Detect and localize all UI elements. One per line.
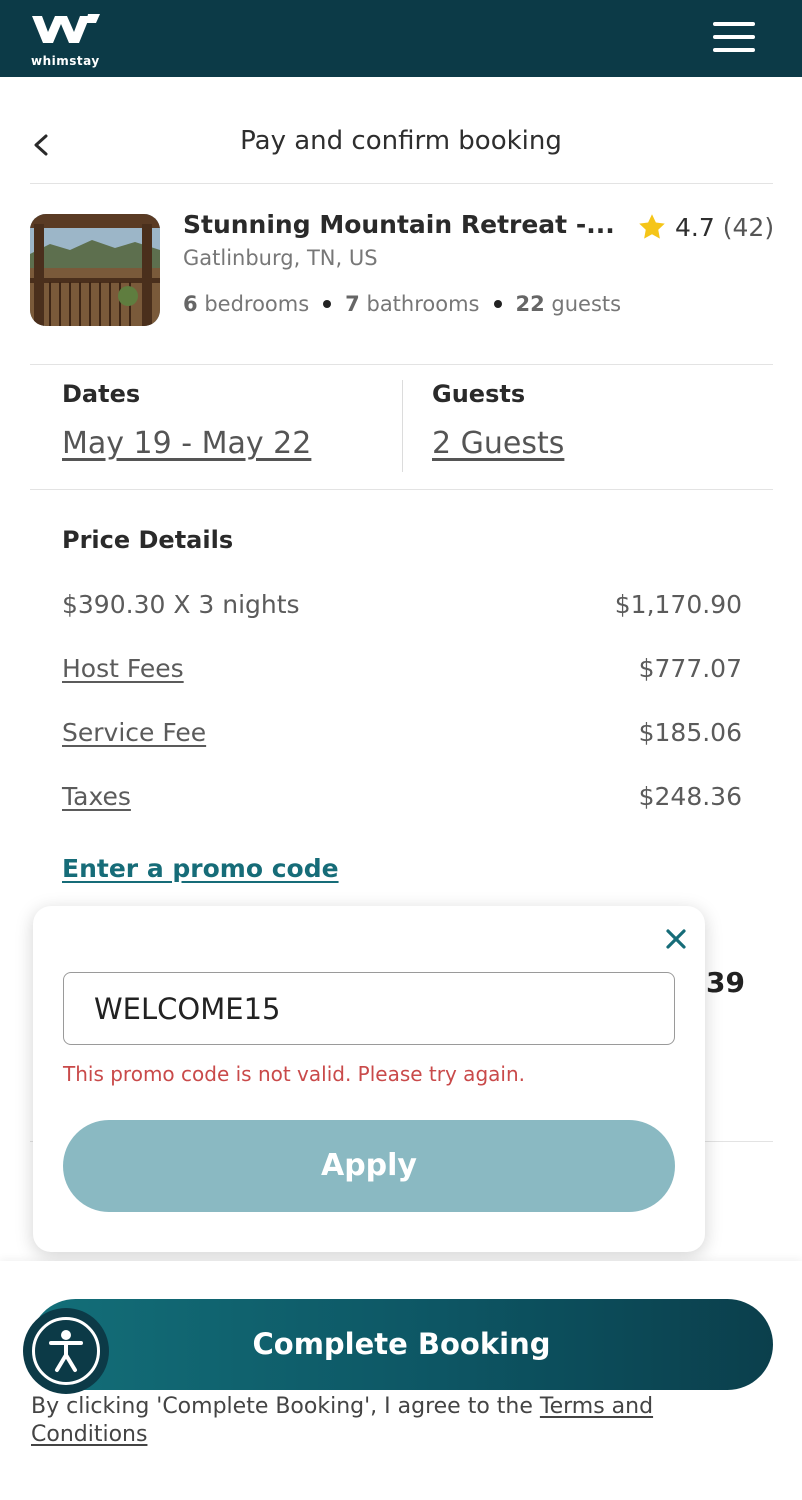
guests-count: 22 bbox=[515, 292, 545, 316]
taxes-link[interactable]: Taxes bbox=[62, 782, 131, 811]
property-thumbnail[interactable] bbox=[30, 214, 160, 326]
host-fees-link[interactable]: Host Fees bbox=[62, 654, 184, 683]
price-amount: $248.36 bbox=[638, 782, 742, 811]
price-row-nights: $390.30 X 3 nights $1,170.90 bbox=[62, 590, 742, 630]
accessibility-figure-icon bbox=[49, 1330, 83, 1372]
divider bbox=[30, 183, 773, 184]
guests-label: guests bbox=[551, 292, 622, 316]
property-specs: 6 bedrooms 7 bathrooms 22 guests bbox=[183, 292, 621, 316]
separator-dot bbox=[493, 300, 502, 308]
price-row-host-fees: Host Fees $777.07 bbox=[62, 654, 742, 694]
terms-prefix: By clicking 'Complete Booking', I agree … bbox=[31, 1394, 540, 1419]
price-row-service-fee: Service Fee $185.06 bbox=[62, 718, 742, 758]
accessibility-icon[interactable] bbox=[25, 1310, 107, 1392]
price-details-heading: Price Details bbox=[62, 526, 234, 554]
price-row-taxes: Taxes $248.36 bbox=[62, 782, 742, 822]
service-fee-link[interactable]: Service Fee bbox=[62, 718, 206, 747]
complete-booking-button[interactable]: Complete Booking bbox=[30, 1299, 773, 1390]
guests-link[interactable]: 2 Guests bbox=[432, 426, 564, 461]
separator-dot bbox=[323, 300, 332, 308]
divider bbox=[30, 489, 773, 490]
price-amount: $1,170.90 bbox=[614, 590, 742, 619]
terms-text: By clicking 'Complete Booking', I agree … bbox=[31, 1393, 731, 1449]
property-rating: 4.7 (42) bbox=[637, 210, 774, 244]
property-name[interactable]: Stunning Mountain Retreat -... bbox=[183, 210, 613, 239]
page-title: Pay and confirm booking bbox=[240, 126, 562, 156]
promo-code-popover: This promo code is not valid. Please try… bbox=[33, 906, 705, 1252]
vertical-divider bbox=[402, 380, 403, 472]
bathrooms-count: 7 bbox=[345, 292, 360, 316]
star-icon bbox=[639, 214, 665, 239]
whimstay-logo-icon bbox=[32, 14, 100, 43]
price-label: $390.30 X 3 nights bbox=[62, 590, 300, 619]
top-navigation-bar: whimstay bbox=[0, 0, 802, 77]
dates-label: Dates bbox=[62, 380, 141, 408]
whimstay-logo[interactable]: whimstay bbox=[30, 12, 110, 68]
bathrooms-label: bathrooms bbox=[366, 292, 480, 316]
property-location: Gatlinburg, TN, US bbox=[183, 246, 378, 270]
close-icon[interactable] bbox=[661, 924, 691, 954]
price-amount: $185.06 bbox=[638, 718, 742, 747]
rating-value: 4.7 bbox=[675, 212, 715, 242]
hamburger-menu-icon[interactable] bbox=[710, 20, 758, 54]
promo-code-input[interactable] bbox=[63, 972, 675, 1045]
dates-link[interactable]: May 19 - May 22 bbox=[62, 426, 311, 461]
bedrooms-count: 6 bbox=[183, 292, 198, 316]
booking-footer: Complete Booking By clicking 'Complete B… bbox=[0, 1261, 802, 1500]
bedrooms-label: bedrooms bbox=[204, 292, 310, 316]
apply-button[interactable]: Apply bbox=[63, 1120, 675, 1212]
price-amount: $777.07 bbox=[638, 654, 742, 683]
enter-promo-code-link[interactable]: Enter a promo code bbox=[62, 854, 339, 883]
logo-text: whimstay bbox=[31, 54, 100, 68]
total-amount-partial: 39 bbox=[706, 966, 745, 999]
divider bbox=[30, 364, 773, 365]
review-count: (42) bbox=[722, 212, 775, 242]
guests-section-label: Guests bbox=[432, 380, 526, 408]
promo-error-message: This promo code is not valid. Please try… bbox=[63, 1062, 525, 1086]
